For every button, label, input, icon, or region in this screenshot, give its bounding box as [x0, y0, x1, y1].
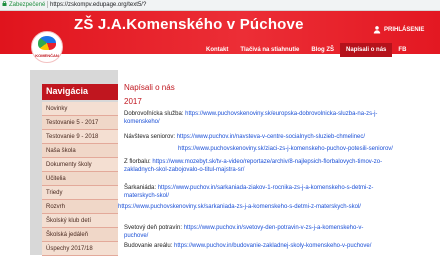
sidebar-header: Navigácia [42, 84, 118, 100]
sidebar-item-triedy[interactable]: Triedy [42, 186, 118, 200]
logo-emblem-icon [38, 36, 56, 50]
entry-label: Dobrovoľnícka služba: [124, 111, 184, 117]
entry: Svetový deň potravín: https://www.puchov… [124, 224, 386, 240]
entry-link[interactable]: https://www.puchovskenoviny.sk/sarkaniad… [118, 204, 361, 210]
sidebar-item-skolsky-klub[interactable]: Školský klub detí [42, 214, 118, 228]
lock-icon [2, 1, 7, 6]
sidebar-list: Novinky Testovanie 5 - 2017 Testovanie 9… [42, 102, 118, 256]
year-heading: 2017 [124, 97, 142, 106]
nav-kontakt[interactable]: Kontakt [200, 43, 234, 57]
address-bar[interactable]: Zabezpečené https://zskompv.edupage.org/… [0, 0, 440, 11]
nav-tlaciva[interactable]: Tlačivá na stiahnutie [234, 43, 305, 57]
entry-label: Z florbalu: [124, 159, 151, 165]
nav-blog[interactable]: Blog ZŠ [305, 43, 340, 57]
page-title: Napísali o nás [124, 83, 175, 92]
entry: Z florbalu: https://www.mozebyt.sk/tv-a-… [124, 158, 386, 174]
sidebar-title: Navigácia [46, 86, 89, 96]
site-header: KOMENČAN ZŠ J.A.Komenského v Púchove PRI… [0, 11, 440, 63]
sidebar-item-testovanie-5[interactable]: Testovanie 5 - 2017 [42, 116, 118, 130]
user-icon[interactable] [373, 25, 381, 34]
sidebar-item-dokumenty[interactable]: Dokumenty školy [42, 158, 118, 172]
entry: https://www.puchovskenoviny.sk/ziaci-zs-… [178, 145, 398, 153]
sidebar: Navigácia Novinky Testovanie 5 - 2017 Te… [30, 70, 118, 256]
entry-label: Návšteva seniorov: [124, 134, 176, 140]
url-text[interactable]: https://zskompv.edupage.org/text5/? [50, 1, 146, 9]
sidebar-item-novinky[interactable]: Novinky [42, 102, 118, 116]
entry-link[interactable]: https://www.puchov.in/budovanie-zakladne… [174, 243, 371, 249]
entry: https://www.puchovskenoviny.sk/sarkaniad… [118, 203, 390, 211]
school-title[interactable]: ZŠ J.A.Komenského v Púchove [74, 16, 304, 33]
main-content: Napísali o nás 2017 Dobrovoľnícka služba… [118, 70, 418, 255]
sidebar-item-testovanie-9[interactable]: Testovanie 9 - 2018 [42, 130, 118, 144]
sidebar-item-ucitelia[interactable]: Učitelia [42, 172, 118, 186]
nav-fb[interactable]: FB [392, 43, 412, 57]
logo-text: KOMENČAN [35, 53, 59, 58]
nav-napisali-o-nas[interactable]: Napísali o nás [340, 43, 393, 57]
school-logo[interactable]: KOMENČAN [31, 31, 63, 63]
sidebar-item-rozvrh[interactable]: Rozvrh [42, 200, 118, 214]
address-divider [47, 1, 48, 8]
sidebar-item-nasa-skola[interactable]: Naša škola [42, 144, 118, 158]
entry-label: Budovanie areálu: [124, 243, 173, 249]
entry: Šarkaniáda: https://www.puchov.in/sarkan… [124, 184, 386, 200]
secure-label: Zabezpečené [9, 2, 46, 8]
entry-label: Šarkaniáda: [124, 185, 157, 191]
entry-link[interactable]: https://www.mozebyt.sk/tv-a-video/report… [124, 159, 382, 173]
sidebar-item-uspechy[interactable]: Úspechy 2017/18 [42, 242, 118, 256]
top-navigation: Kontakt Tlačivá na stiahnutie Blog ZŠ Na… [200, 43, 412, 57]
entry-link[interactable]: https://www.puchov.in/navsteva-v-centre-… [177, 134, 365, 140]
entry: Návšteva seniorov: https://www.puchov.in… [124, 133, 386, 141]
login-link[interactable]: PRIHLÁSENIE [384, 27, 424, 33]
entry-link[interactable]: https://www.puchov.in/sarkaniada-ziakov-… [124, 185, 373, 199]
entry: Budovanie areálu: https://www.puchov.in/… [124, 242, 386, 250]
sidebar-item-jedalen[interactable]: Školská jedáleň [42, 228, 118, 242]
entry-label: Svetový deň potravín: [124, 225, 183, 231]
entry-link[interactable]: https://www.puchovskenoviny.sk/ziaci-zs-… [178, 146, 393, 152]
entry: Dobrovoľnícka služba: https://www.puchov… [124, 110, 386, 126]
